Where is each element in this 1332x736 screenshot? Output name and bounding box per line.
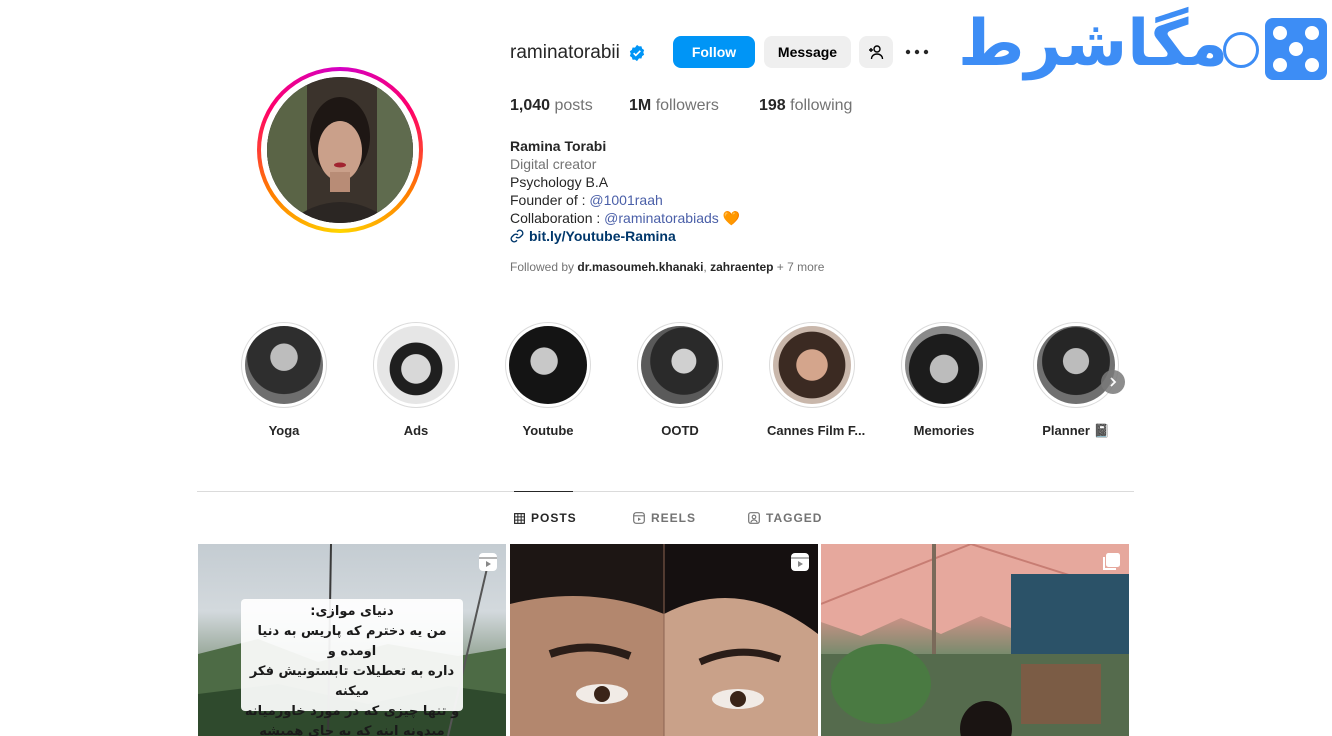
stat-label: posts — [554, 97, 593, 114]
bio-founder-line: Founder of : @1001raah — [510, 191, 740, 209]
football-icon — [1223, 32, 1259, 68]
bio-text: Collaboration : — [510, 210, 605, 226]
profile-bio: Ramina Torabi Digital creator Psychology… — [510, 137, 740, 245]
suggested-users-button[interactable] — [859, 36, 893, 68]
post-thumbnail[interactable] — [821, 544, 1129, 736]
external-link[interactable]: bit.ly/Youtube-Ramina — [510, 227, 740, 245]
post-caption-overlay: دنیای موازی: من یه دخترم که پاریس به دنی… — [241, 599, 463, 736]
watermark-text: مگاشرط — [958, 7, 1230, 81]
reels-icon — [633, 512, 645, 524]
stat-followers[interactable]: 1M followers — [629, 97, 719, 115]
link-text: bit.ly/Youtube-Ramina — [529, 228, 676, 244]
collab-mention-link[interactable]: @raminatorabiads — [604, 210, 719, 226]
reel-icon — [479, 553, 497, 571]
highlight-label: Memories — [913, 423, 975, 438]
highlight-memories[interactable]: Memories — [899, 322, 989, 438]
highlight-label: Yoga — [268, 423, 300, 438]
highlight-label: Ads — [403, 423, 429, 438]
message-button[interactable]: Message — [764, 36, 851, 68]
username-row: raminatorabii — [510, 36, 646, 70]
highlight-youtube[interactable]: Youtube — [503, 322, 593, 438]
dice-icon — [1265, 18, 1327, 80]
category-label: Digital creator — [510, 156, 597, 172]
followed-by[interactable]: Followed by dr.masoumeh.khanaki, zahraen… — [510, 260, 824, 274]
highlight-cover — [377, 326, 455, 404]
stat-value: 198 — [759, 97, 786, 114]
highlight-yoga[interactable]: Yoga — [239, 322, 329, 438]
stat-posts: 1,040 posts — [510, 97, 593, 115]
heart-emoji: 🧡 — [722, 210, 741, 226]
bio-line: Psychology B.A — [510, 174, 609, 190]
watermark-logo: مگاشرط — [958, 2, 1330, 98]
bio-collab-line: Collaboration : @raminatorabiads 🧡 — [510, 209, 740, 227]
stat-value: 1M — [629, 97, 652, 114]
highlight-ads[interactable]: Ads — [371, 322, 461, 438]
highlight-cover — [905, 326, 983, 404]
highlight-cover — [245, 326, 323, 404]
highlight-ootd[interactable]: OOTD — [635, 322, 725, 438]
founder-mention-link[interactable]: @1001raah — [589, 192, 662, 208]
highlight-cover — [641, 326, 719, 404]
post-image — [821, 544, 1129, 736]
grid-icon — [514, 512, 525, 524]
tab-label: POSTS — [531, 511, 577, 525]
link-icon — [510, 229, 524, 243]
verified-badge-icon — [629, 44, 644, 62]
highlight-label: Planner 📓 — [1042, 423, 1110, 438]
tab-tagged[interactable]: TAGGED — [748, 511, 822, 525]
highlights-next-button[interactable] — [1101, 370, 1125, 394]
highlight-cover — [1037, 326, 1115, 404]
tab-posts[interactable]: POSTS — [514, 511, 577, 525]
highlight-cover — [773, 326, 851, 404]
more-options-button[interactable] — [903, 36, 931, 68]
highlight-label: Cannes Film F... — [767, 423, 866, 438]
followed-more: + 7 more — [773, 260, 825, 274]
reel-icon — [791, 553, 809, 571]
more-icon — [905, 49, 929, 55]
stat-label: following — [790, 97, 853, 114]
highlight-cover — [509, 326, 587, 404]
full-name: Ramina Torabi — [510, 138, 607, 154]
tab-reels[interactable]: REELS — [633, 511, 696, 525]
follow-button[interactable]: Follow — [673, 36, 755, 68]
followed-prefix: Followed by — [510, 260, 578, 274]
stat-label: followers — [655, 97, 719, 114]
caption-line: میدونه اینه که یه جای همیشه ملتهبه — [259, 724, 445, 736]
highlight-label: OOTD — [661, 423, 699, 438]
stat-value: 1,040 — [510, 97, 551, 114]
add-user-icon — [869, 45, 884, 60]
follower-name: zahraentep — [710, 260, 774, 274]
username: raminatorabii — [510, 42, 620, 63]
tab-label: REELS — [651, 511, 697, 525]
tagged-icon — [748, 512, 760, 524]
caption-line: داره به تعطیلات تابستونیش فکر میکنه — [249, 664, 455, 699]
bio-text: Founder of : — [510, 192, 590, 208]
chevron-right-icon — [1110, 377, 1117, 387]
avatar-image — [267, 77, 413, 223]
caption-line: من یه دخترم که پاریس به دنیا اومده و — [257, 624, 447, 659]
caption-line: دنیای موازی: — [310, 604, 394, 619]
carousel-icon — [1103, 553, 1120, 570]
active-tab-indicator — [514, 491, 573, 492]
caption-line: و تنها چیزی که در مورد خاورمیانه — [244, 704, 460, 719]
post-image — [510, 544, 818, 736]
post-thumbnail[interactable] — [510, 544, 818, 736]
post-thumbnail[interactable]: دنیای موازی: من یه دخترم که پاریس به دنی… — [198, 544, 506, 736]
highlight-cannes[interactable]: Cannes Film F... — [767, 322, 866, 438]
highlight-label: Youtube — [522, 423, 574, 438]
profile-avatar[interactable] — [257, 67, 423, 233]
follower-name: dr.masoumeh.khanaki — [577, 260, 704, 274]
tabs-divider — [197, 491, 1134, 492]
tab-label: TAGGED — [766, 511, 823, 525]
stat-following[interactable]: 198 following — [759, 97, 852, 115]
